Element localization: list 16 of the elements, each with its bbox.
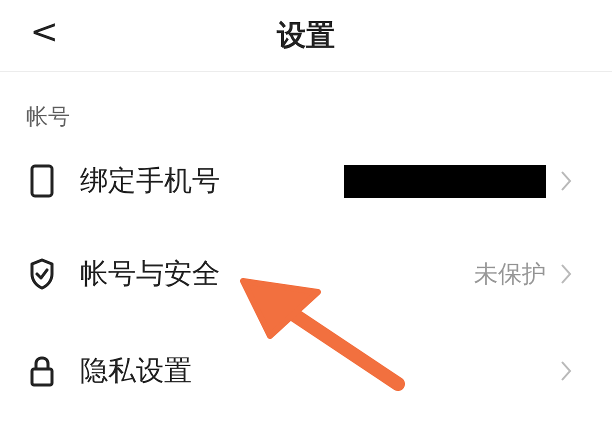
chevron-icon xyxy=(560,262,572,284)
status-text: 未保护 xyxy=(474,258,546,290)
row-label: 隐私设置 xyxy=(80,352,192,388)
lock-icon xyxy=(29,354,55,388)
section-title: 帐号 xyxy=(26,104,70,132)
settings-row[interactable]: 绑定手机号 xyxy=(0,137,612,225)
row-label: 帐号与安全 xyxy=(80,256,220,292)
page-title: 设置 xyxy=(277,16,335,54)
chevron-icon xyxy=(560,170,572,192)
chevron-icon xyxy=(560,360,572,382)
shield-icon xyxy=(29,256,55,290)
settings-row[interactable]: 帐号与安全 未保护 xyxy=(0,225,612,322)
row-label: 绑定手机号 xyxy=(80,163,220,199)
phone-icon xyxy=(29,164,55,198)
back-button[interactable]: < xyxy=(24,12,64,52)
settings-row[interactable]: 隐私设置 xyxy=(0,322,612,419)
